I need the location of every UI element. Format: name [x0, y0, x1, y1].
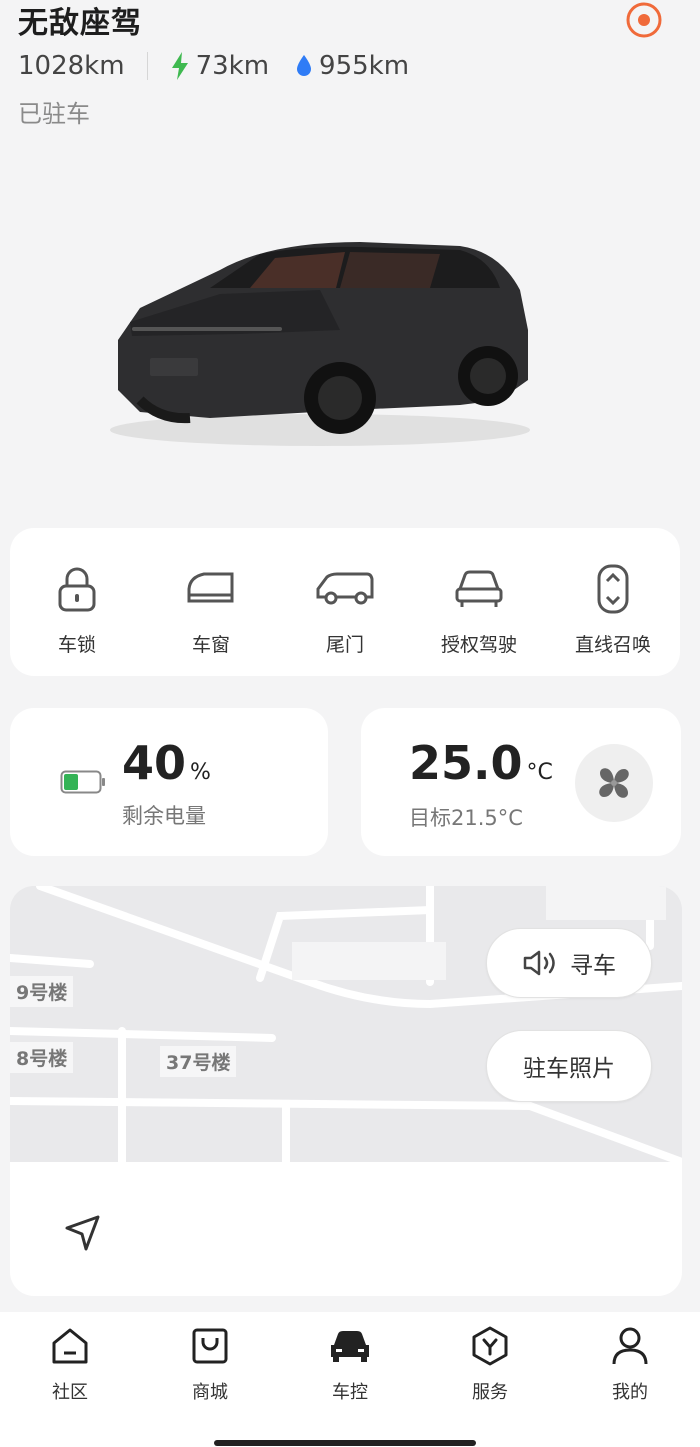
climate-card[interactable]: 25.0 °C 目标21.5°C	[361, 708, 681, 856]
temperature-unit: °C	[526, 760, 553, 785]
fan-icon	[599, 768, 629, 798]
control-label: 车锁	[57, 634, 96, 656]
window-icon	[187, 572, 234, 603]
vehicle-name: 无敌座驾	[18, 6, 142, 41]
control-label: 车窗	[191, 634, 230, 656]
find-car-button[interactable]: 寻车	[486, 928, 652, 998]
battery-unit: %	[190, 760, 211, 785]
building-label: 37号楼	[160, 1046, 237, 1077]
lock-icon	[58, 567, 96, 612]
battery-card[interactable]: 40 % 剩余电量	[10, 708, 328, 856]
fan-button[interactable]	[575, 744, 653, 822]
lightning-icon	[171, 52, 188, 80]
tab-service[interactable]: 服务	[420, 1312, 560, 1447]
service-icon	[472, 1326, 508, 1366]
tab-label: 服务	[472, 1382, 508, 1403]
control-tailgate[interactable]: 尾门	[278, 528, 412, 676]
control-label: 授权驾驶	[440, 634, 517, 656]
car-image	[100, 230, 540, 460]
shop-icon	[192, 1328, 228, 1364]
fuel-range-value: 955km	[319, 51, 410, 81]
control-authorized-driving[interactable]: 授权驾驶	[412, 528, 546, 676]
tailgate-icon	[316, 572, 374, 605]
fuel-range: 955km	[295, 51, 409, 81]
parking-photo-button[interactable]: 驻车照片	[486, 1030, 652, 1102]
summon-icon	[597, 564, 629, 614]
battery-percent: 40	[122, 736, 187, 790]
electric-range-value: 73km	[195, 51, 270, 81]
car-icon	[455, 570, 503, 607]
control-label: 尾门	[325, 634, 364, 656]
navigation-icon[interactable]	[64, 1214, 102, 1256]
quick-controls: 车锁 车窗 尾门 授权驾驶 直线召唤	[10, 528, 680, 676]
tab-label: 商城	[192, 1382, 228, 1403]
control-lock[interactable]: 车锁	[10, 528, 144, 676]
speaker-icon	[523, 950, 555, 976]
cabin-temperature: 25.0	[409, 736, 523, 790]
total-range: 1028km	[18, 51, 125, 81]
control-window[interactable]: 车窗	[144, 528, 278, 676]
tab-community[interactable]: 社区	[0, 1312, 140, 1447]
divider	[146, 52, 148, 80]
control-summon[interactable]: 直线召唤	[546, 528, 680, 676]
car-control-icon	[331, 1331, 369, 1362]
building-label: 9号楼	[10, 976, 74, 1007]
electric-range: 73km	[170, 51, 269, 81]
target-icon[interactable]	[624, 0, 664, 40]
battery-icon	[60, 770, 106, 798]
community-icon	[52, 1328, 88, 1364]
bottom-tab-bar: 社区 商城 车控 服务 我的	[0, 1312, 700, 1447]
building-label: 8号楼	[10, 1042, 74, 1073]
profile-icon	[612, 1327, 648, 1365]
parking-status: 已驻车	[18, 100, 90, 128]
target-temperature: 目标21.5°C	[409, 806, 523, 830]
tab-car-control[interactable]: 车控	[280, 1312, 420, 1447]
fuel-drop-icon	[297, 55, 312, 76]
range-stats: 1028km 73km 955km	[18, 48, 409, 84]
tab-label: 社区	[52, 1382, 88, 1403]
tab-profile[interactable]: 我的	[560, 1312, 700, 1447]
battery-label: 剩余电量	[122, 804, 206, 828]
control-label: 直线召唤	[574, 634, 651, 656]
find-car-label: 寻车	[570, 953, 616, 979]
parking-photo-label: 驻车照片	[523, 1056, 615, 1082]
home-indicator[interactable]	[214, 1440, 476, 1446]
tab-label: 车控	[332, 1382, 368, 1403]
tab-shop[interactable]: 商城	[140, 1312, 280, 1447]
tab-label: 我的	[612, 1382, 648, 1403]
map-card: 9号楼 8号楼 37号楼 寻车 驻车照片	[10, 886, 682, 1296]
